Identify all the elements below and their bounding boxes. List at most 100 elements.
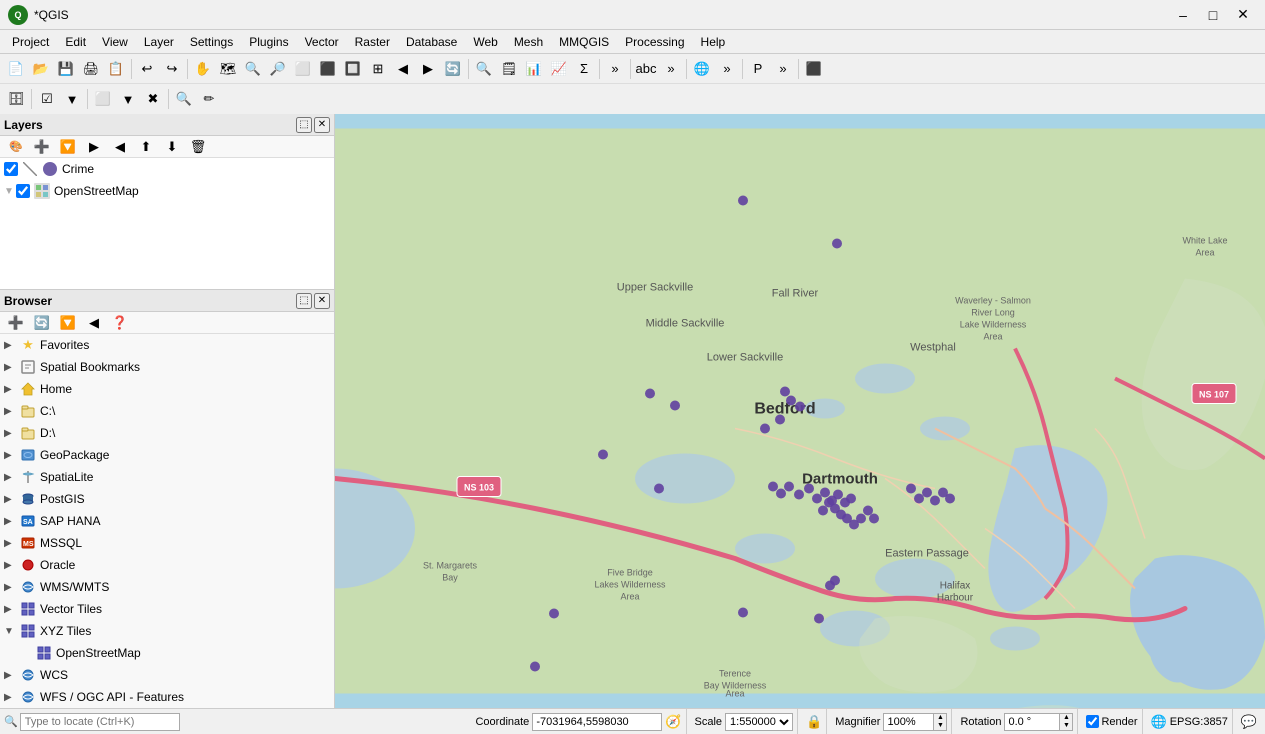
layers-panel-close[interactable]: ✕ xyxy=(314,117,330,133)
layers-expand[interactable]: ▶ xyxy=(82,135,106,159)
tb-more3[interactable]: » xyxy=(715,57,739,81)
menu-settings[interactable]: Settings xyxy=(182,33,241,51)
tb-zoom-layer[interactable]: ⬛ xyxy=(316,57,340,81)
tb-more1[interactable]: » xyxy=(603,57,627,81)
browser-filter[interactable]: 🔽 xyxy=(56,311,80,335)
close-button[interactable]: ✕ xyxy=(1229,4,1257,26)
tb-more2[interactable]: » xyxy=(659,57,683,81)
browser-item-postgis[interactable]: ▶ PostGIS xyxy=(0,488,334,510)
map-area[interactable]: NS 103 NS 107 Upper Sackville Fall River… xyxy=(335,114,1265,708)
menu-vector[interactable]: Vector xyxy=(297,33,347,51)
layer-crime[interactable]: Crime xyxy=(0,158,334,180)
tb-deselect[interactable]: ✖ xyxy=(141,87,165,111)
tb-identify[interactable]: 🔍 xyxy=(472,57,496,81)
browser-refresh[interactable]: 🔄 xyxy=(30,311,54,335)
tb-zoom-out[interactable]: 🔎 xyxy=(266,57,290,81)
browser-item-favorites[interactable]: ▶ ★ Favorites xyxy=(0,334,334,356)
tb-pan-map[interactable]: 🗺 xyxy=(216,57,240,81)
layer-osm[interactable]: ▼ OpenStreetMap xyxy=(0,180,334,202)
maximize-button[interactable]: □ xyxy=(1199,4,1227,26)
tb-open[interactable]: 📂 xyxy=(29,57,53,81)
browser-item-spatialite[interactable]: ▶ SpatiaLite xyxy=(0,466,334,488)
layers-collapse[interactable]: ◀ xyxy=(108,135,132,159)
layers-move-top[interactable]: ⬆ xyxy=(134,135,158,159)
rotation-up[interactable]: ▲ xyxy=(1060,714,1072,722)
browser-item-osm-xyz[interactable]: OpenStreetMap xyxy=(0,642,334,664)
tb-edit-db[interactable]: 🗄 xyxy=(4,87,28,111)
browser-item-mssql[interactable]: ▶ MS MSSQL xyxy=(0,532,334,554)
coordinate-input[interactable] xyxy=(532,713,662,731)
tb-info[interactable]: 🗒 xyxy=(497,57,521,81)
tb-select-arr2[interactable]: ▼ xyxy=(116,87,140,111)
browser-panel-close[interactable]: ✕ xyxy=(314,293,330,309)
menu-raster[interactable]: Raster xyxy=(347,33,398,51)
menu-database[interactable]: Database xyxy=(398,33,465,51)
layer-osm-checkbox[interactable] xyxy=(16,184,30,198)
tb-select-arrow[interactable]: ▼ xyxy=(60,87,84,111)
layers-add[interactable]: ➕ xyxy=(30,135,54,159)
tb-refresh[interactable]: 🔄 xyxy=(441,57,465,81)
minimize-button[interactable]: – xyxy=(1169,4,1197,26)
tb-print[interactable]: 🖨 xyxy=(79,57,103,81)
tb-zoom-last[interactable]: ◀ xyxy=(391,57,415,81)
tb-more4[interactable]: » xyxy=(771,57,795,81)
layers-open-layer[interactable]: 🎨 xyxy=(4,135,28,159)
rotation-down[interactable]: ▼ xyxy=(1060,722,1072,730)
rotation-input[interactable] xyxy=(1004,713,1059,731)
layers-remove[interactable]: 🗑 xyxy=(186,135,210,159)
tb-label[interactable]: abc xyxy=(634,57,658,81)
menu-view[interactable]: View xyxy=(94,33,136,51)
browser-item-oracle[interactable]: ▶ Oracle xyxy=(0,554,334,576)
tb-zoom-next[interactable]: ▶ xyxy=(416,57,440,81)
browser-item-d[interactable]: ▶ D:\ xyxy=(0,422,334,444)
menu-processing[interactable]: Processing xyxy=(617,33,692,51)
browser-item-geopackage[interactable]: ▶ GeoPackage xyxy=(0,444,334,466)
locate-search-input[interactable] xyxy=(20,713,180,731)
browser-item-vectortiles[interactable]: ▶ Vector Tiles xyxy=(0,598,334,620)
tb-pan[interactable]: ✋ xyxy=(191,57,215,81)
tb-select-all[interactable]: ☑ xyxy=(35,87,59,111)
scale-select[interactable]: 1:550000 1:100000 1:250000 xyxy=(725,713,793,731)
layers-move-bottom[interactable]: ⬇ xyxy=(160,135,184,159)
browser-panel-float[interactable]: ⬚ xyxy=(296,293,312,309)
browser-item-wms[interactable]: ▶ WMS/WMTS xyxy=(0,576,334,598)
menu-project[interactable]: Project xyxy=(4,33,57,51)
menu-mmqgis[interactable]: MMQGIS xyxy=(551,33,617,51)
browser-item-c[interactable]: ▶ C:\ xyxy=(0,400,334,422)
messages-display[interactable]: 💬 xyxy=(1237,709,1261,734)
layers-panel-float[interactable]: ⬚ xyxy=(296,117,312,133)
magnifier-up[interactable]: ▲ xyxy=(934,714,946,722)
tb-zoom-full[interactable]: ⬜ xyxy=(291,57,315,81)
render-checkbox[interactable] xyxy=(1086,715,1099,728)
magnifier-input[interactable] xyxy=(883,713,933,731)
tb-stats[interactable]: 📈 xyxy=(547,57,571,81)
browser-item-wcs[interactable]: ▶ WCS xyxy=(0,664,334,686)
tb-report[interactable]: 📋 xyxy=(104,57,128,81)
tb-table[interactable]: 📊 xyxy=(522,57,546,81)
browser-item-home[interactable]: ▶ Home xyxy=(0,378,334,400)
magnifier-down[interactable]: ▼ xyxy=(934,722,946,730)
tb-zoom-native[interactable]: ⊞ xyxy=(366,57,390,81)
menu-plugins[interactable]: Plugins xyxy=(241,33,296,51)
menu-layer[interactable]: Layer xyxy=(136,33,182,51)
tb-search[interactable]: 🔍 xyxy=(172,87,196,111)
tb-zoom-in[interactable]: 🔍 xyxy=(241,57,265,81)
menu-mesh[interactable]: Mesh xyxy=(506,33,551,51)
tb-tips[interactable]: ⬛ xyxy=(802,57,826,81)
tb-zoom-sel[interactable]: 🔲 xyxy=(341,57,365,81)
tb-calc[interactable]: Σ xyxy=(572,57,596,81)
tb-new[interactable]: 📄 xyxy=(4,57,28,81)
epsg-display[interactable]: 🌐 EPSG:3857 xyxy=(1147,709,1233,734)
layers-filter[interactable]: 🔽 xyxy=(56,135,80,159)
browser-item-xyztiles[interactable]: ▼ XYZ Tiles xyxy=(0,620,334,642)
menu-edit[interactable]: Edit xyxy=(57,33,94,51)
browser-item-bookmarks[interactable]: ▶ Spatial Bookmarks xyxy=(0,356,334,378)
menu-web[interactable]: Web xyxy=(465,33,505,51)
tb-edit-feat[interactable]: ✏ xyxy=(197,87,221,111)
tb-undo[interactable]: ↩ xyxy=(135,57,159,81)
browser-help[interactable]: ❓ xyxy=(108,311,132,335)
browser-add[interactable]: ➕ xyxy=(4,311,28,335)
tb-georef[interactable]: 🌐 xyxy=(690,57,714,81)
menu-help[interactable]: Help xyxy=(693,33,734,51)
browser-item-saphana[interactable]: ▶ SA SAP HANA xyxy=(0,510,334,532)
